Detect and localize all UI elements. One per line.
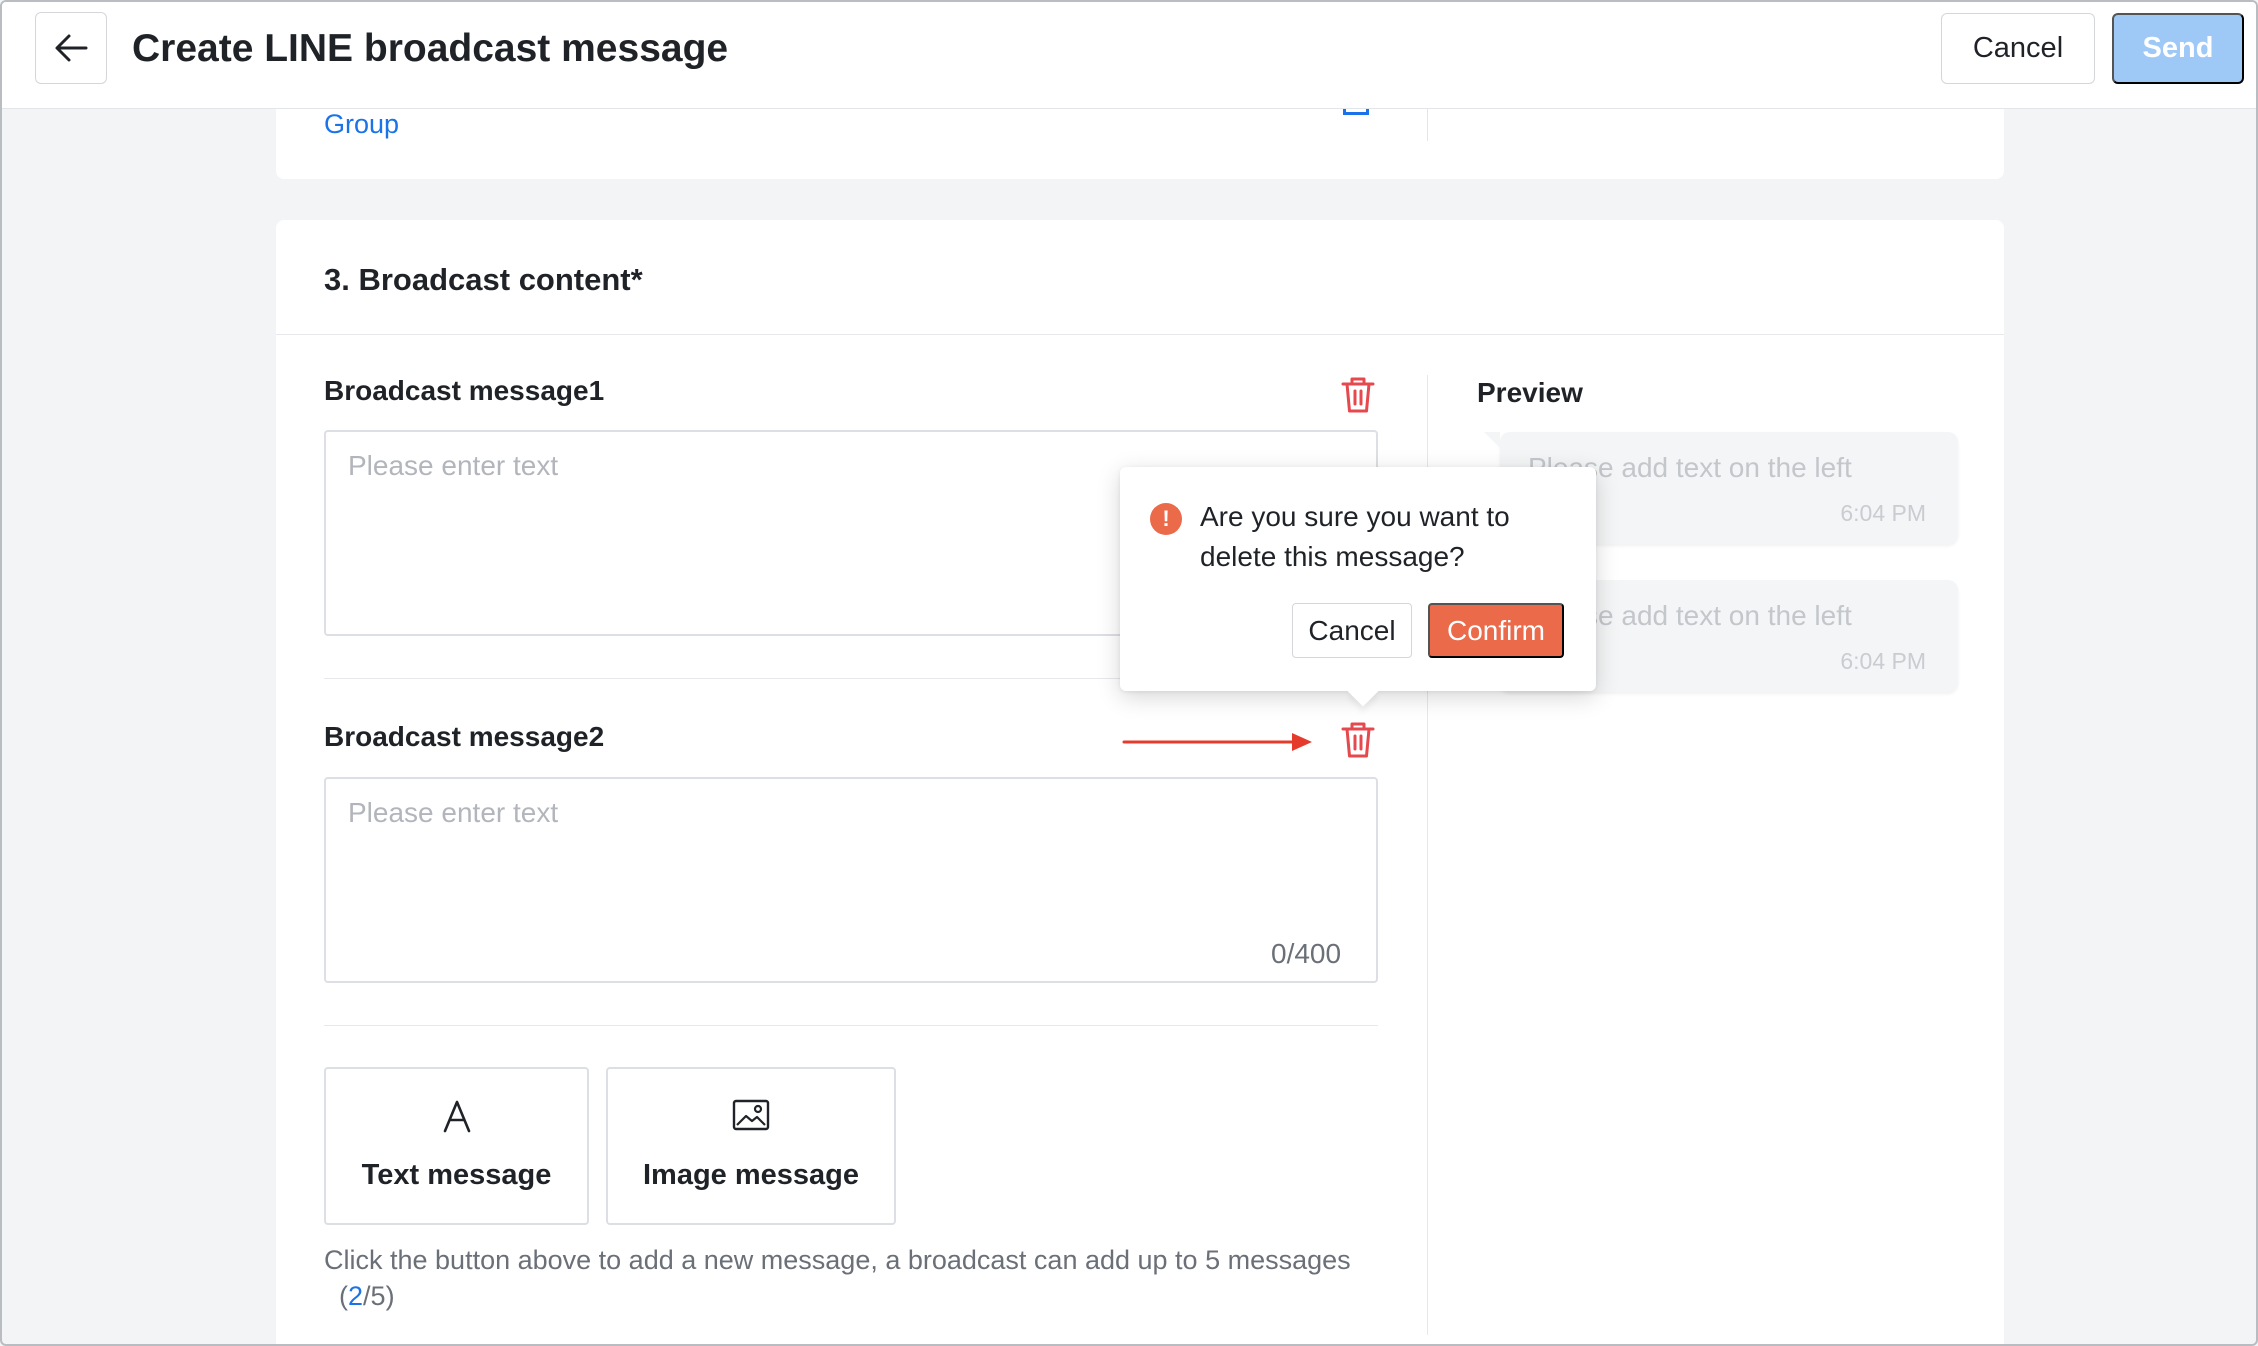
character-counter: 0/400 — [1271, 938, 1342, 969]
group-link[interactable]: Group — [324, 109, 399, 139]
page-header: Create LINE broadcast message Cancel Sen… — [2, 2, 2256, 109]
section-divider — [276, 334, 2004, 335]
add-image-message-label: Image message — [642, 1159, 859, 1191]
send-button[interactable]: Send — [2112, 13, 2244, 84]
trash-icon[interactable] — [1340, 720, 1376, 760]
recipients-card: Group — [276, 109, 2004, 179]
calendar-icon — [1343, 109, 1369, 115]
add-text-message-label: Text message — [361, 1159, 552, 1191]
message1-label: Broadcast message1 — [324, 375, 605, 406]
message-count: 2 — [348, 1281, 364, 1311]
image-icon — [732, 1099, 770, 1131]
hint-text: Click the button above to add a new mess… — [324, 1245, 1351, 1275]
preview-bubble-time: 6:04 PM — [1840, 500, 1926, 526]
back-button[interactable] — [35, 12, 107, 84]
add-message-hint: Click the button above to add a new mess… — [324, 1242, 1394, 1314]
annotation-arrow-icon — [1122, 733, 1312, 751]
message2-label: Broadcast message2 — [324, 721, 605, 752]
text-letter-icon — [443, 1100, 470, 1133]
popover-cancel-button[interactable]: Cancel — [1292, 603, 1412, 658]
preview-title: Preview — [1477, 377, 1583, 408]
warning-icon: ! — [1150, 503, 1182, 535]
message2-textarea[interactable] — [324, 777, 1378, 983]
popover-confirm-button[interactable]: Confirm — [1428, 603, 1564, 658]
hint-count-open: ( — [339, 1281, 349, 1311]
app-window: Create LINE broadcast message Cancel Sen… — [0, 0, 2258, 1346]
preview-bubble-time: 6:04 PM — [1840, 648, 1926, 674]
add-text-message-button[interactable]: Text message — [324, 1067, 589, 1225]
broadcast-content-card: 3. Broadcast content* Broadcast message1… — [276, 220, 2004, 1344]
section-title: 3. Broadcast content* — [324, 262, 643, 297]
page-title: Create LINE broadcast message — [132, 27, 729, 70]
header-cancel-button[interactable]: Cancel — [1941, 13, 2095, 84]
column-divider — [1427, 109, 1428, 141]
hint-count-max: /5) — [363, 1281, 395, 1311]
trash-icon[interactable] — [1340, 375, 1376, 415]
add-image-message-button[interactable]: Image message — [606, 1067, 896, 1225]
message-divider — [324, 1025, 1378, 1026]
arrow-left-icon — [55, 34, 88, 62]
delete-confirm-popover: ! Are you sure you want to delete this m… — [1120, 467, 1596, 691]
delete-confirm-message: Are you sure you want to delete this mes… — [1200, 501, 1510, 572]
